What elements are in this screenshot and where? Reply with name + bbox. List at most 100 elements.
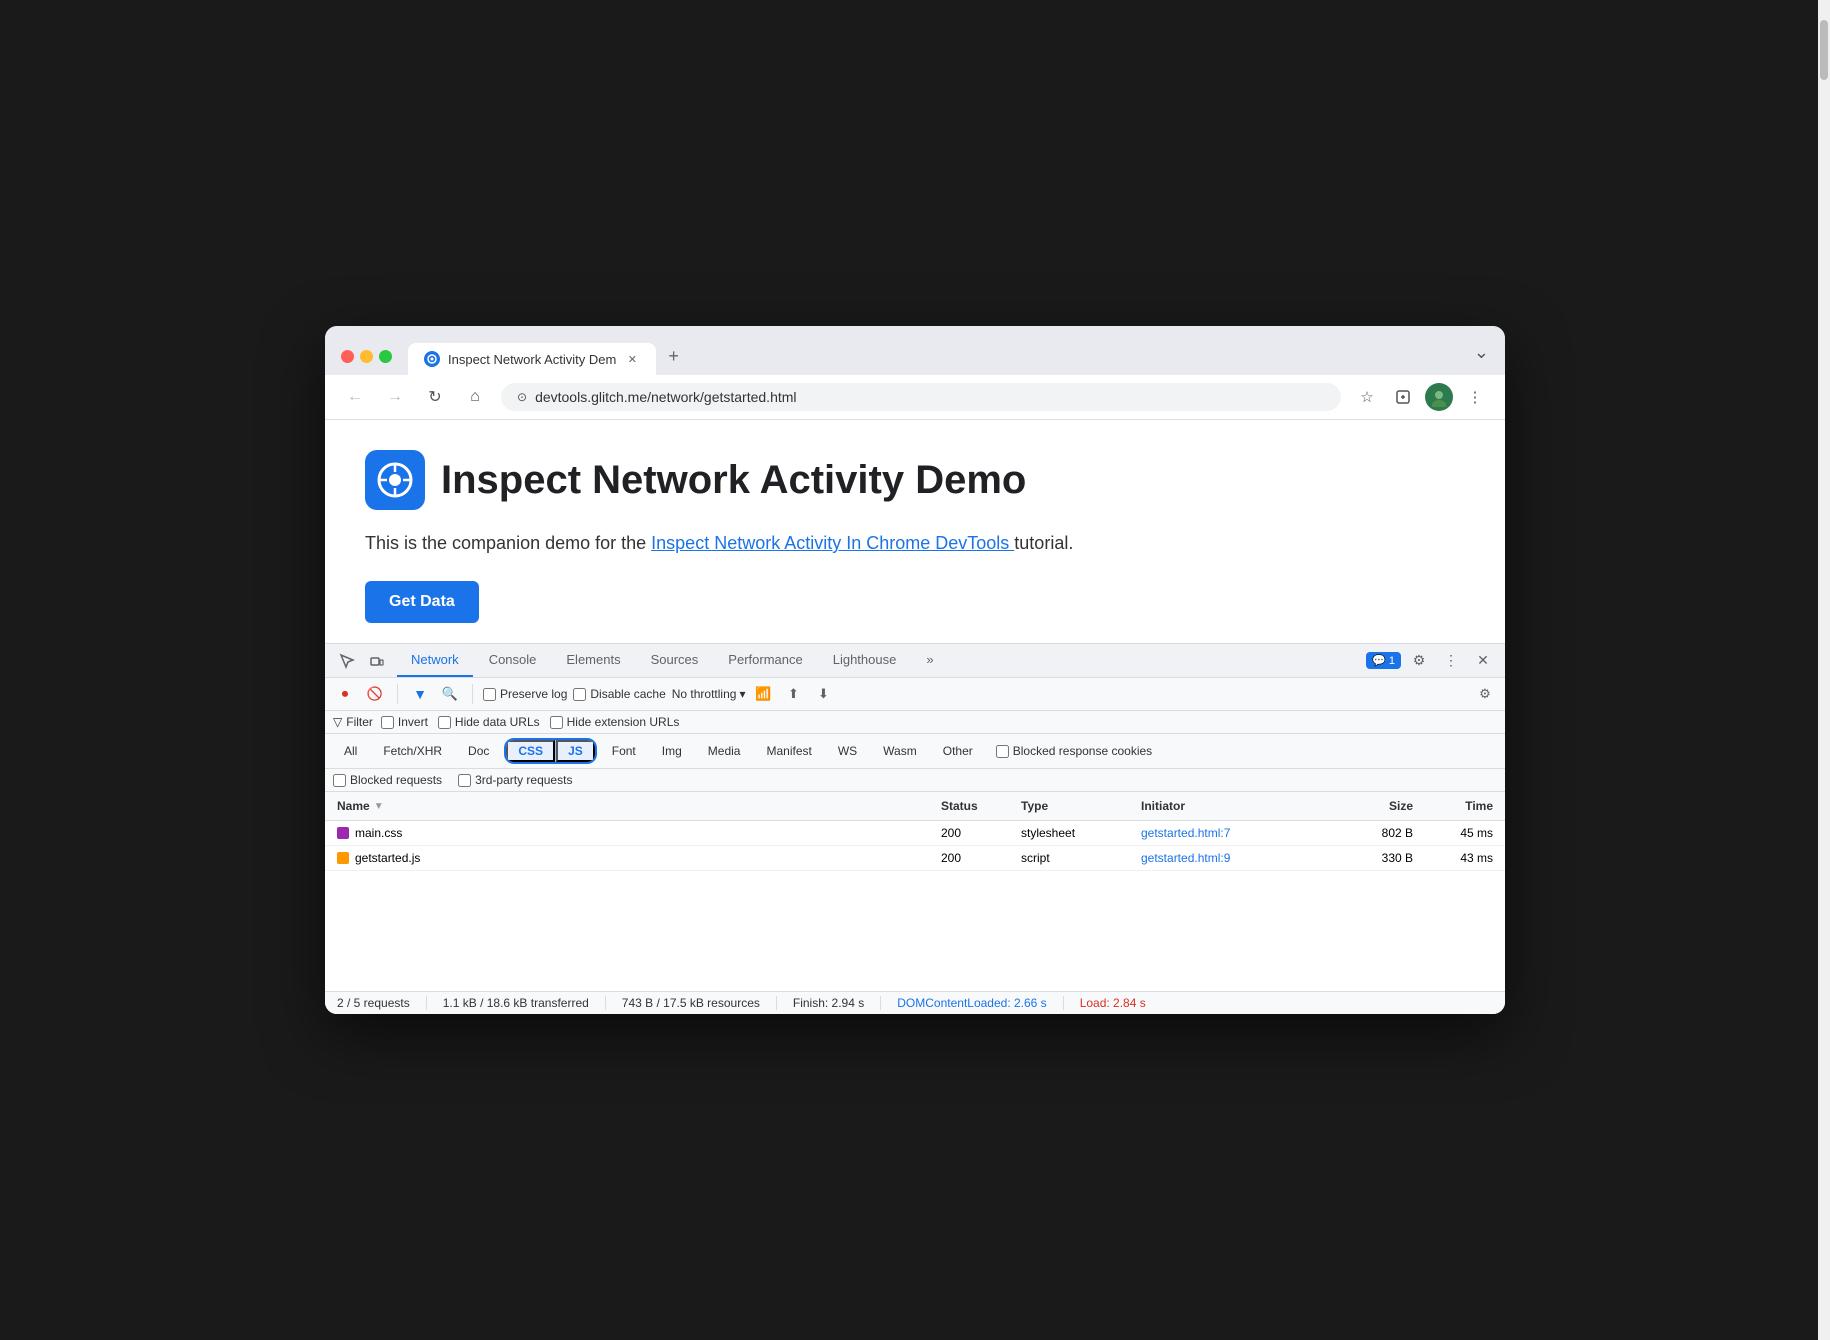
network-conditions-icon[interactable]: 📶 (751, 682, 775, 706)
filter-bar: ▽ Filter Invert Hide data URLs (325, 711, 1505, 734)
clear-button[interactable]: 🚫 (363, 682, 387, 706)
export-har-icon[interactable]: ⬇ (811, 682, 835, 706)
third-party-checkbox[interactable] (458, 774, 471, 787)
table-row[interactable]: getstarted.js 200 script getstarted.html… (325, 846, 1505, 871)
get-data-button[interactable]: Get Data (365, 581, 479, 623)
invert-checkbox[interactable] (381, 716, 394, 729)
tab-dropdown-button[interactable]: ⌄ (1474, 342, 1489, 375)
new-tab-button[interactable]: + (656, 338, 691, 375)
reload-button[interactable]: ↻ (421, 383, 449, 411)
menu-icon[interactable]: ⋮ (1461, 383, 1489, 411)
disable-cache-checkbox[interactable] (573, 688, 586, 701)
badge-icon: 💬 (1372, 654, 1386, 667)
preserve-log-checkbox[interactable] (483, 688, 496, 701)
filter-input-wrap: ▽ Filter (333, 715, 373, 729)
filter-img[interactable]: Img (651, 741, 693, 761)
settings-icon[interactable]: ⚙ (1405, 647, 1433, 675)
filter-label: Filter (346, 715, 373, 729)
security-icon: ⊙ (517, 390, 527, 404)
tab-sources[interactable]: Sources (637, 644, 713, 677)
js-file-icon (337, 852, 349, 864)
maximize-button[interactable] (379, 350, 392, 363)
disable-cache-label[interactable]: Disable cache (573, 687, 665, 701)
hide-ext-urls-label[interactable]: Hide extension URLs (550, 715, 680, 729)
initiator-link-js[interactable]: getstarted.html:9 (1141, 851, 1230, 865)
filter-fetch-xhr[interactable]: Fetch/XHR (372, 741, 453, 761)
td-initiator-js: getstarted.html:9 (1137, 848, 1337, 868)
td-type-js: script (1017, 848, 1137, 868)
tab-more[interactable]: » (912, 644, 947, 677)
tab-network[interactable]: Network (397, 644, 473, 677)
td-status-js: 200 (937, 848, 1017, 868)
console-badge[interactable]: 💬 1 (1366, 652, 1401, 669)
tab-title: Inspect Network Activity Dem (448, 352, 616, 367)
filter-doc[interactable]: Doc (457, 741, 500, 761)
td-name-js: getstarted.js (333, 848, 937, 868)
profile-icon[interactable] (1425, 383, 1453, 411)
th-type: Type (1017, 796, 1137, 816)
filter-wasm[interactable]: Wasm (872, 741, 928, 761)
hide-data-urls-checkbox[interactable] (438, 716, 451, 729)
filter-manifest[interactable]: Manifest (755, 741, 822, 761)
third-party-label[interactable]: 3rd-party requests (458, 773, 572, 787)
tab-lighthouse[interactable]: Lighthouse (819, 644, 911, 677)
status-requests: 2 / 5 requests (337, 996, 427, 1010)
device-toolbar-icon[interactable] (363, 647, 391, 675)
close-button[interactable] (341, 350, 354, 363)
description-suffix: tutorial. (1014, 533, 1073, 553)
title-bar: Inspect Network Activity Dem ✕ + ⌄ (325, 326, 1505, 375)
table-empty-area (325, 871, 1505, 991)
preserve-log-label[interactable]: Preserve log (483, 687, 567, 701)
close-devtools-icon[interactable]: ✕ (1469, 647, 1497, 675)
extension-icon[interactable] (1389, 383, 1417, 411)
th-size: Size (1337, 796, 1417, 816)
inspect-element-icon[interactable] (333, 647, 361, 675)
invert-label[interactable]: Invert (381, 715, 428, 729)
home-button[interactable]: ⌂ (461, 383, 489, 411)
minimize-button[interactable] (360, 350, 373, 363)
th-initiator: Initiator (1137, 796, 1337, 816)
th-time: Time (1417, 796, 1497, 816)
tab-performance[interactable]: Performance (714, 644, 816, 677)
record-button[interactable]: ⏺ (333, 682, 357, 706)
network-settings-icon[interactable]: ⚙ (1473, 682, 1497, 706)
back-button[interactable]: ← (341, 383, 369, 411)
hide-ext-urls-checkbox[interactable] (550, 716, 563, 729)
tab-close-button[interactable]: ✕ (624, 351, 640, 367)
table-row[interactable]: main.css 200 stylesheet getstarted.html:… (325, 821, 1505, 846)
badge-count: 1 (1389, 655, 1395, 667)
filter-ws[interactable]: WS (827, 741, 868, 761)
tab-console[interactable]: Console (475, 644, 551, 677)
filter-icon[interactable]: ▼ (408, 682, 432, 706)
devtools-icons (333, 647, 391, 675)
td-size-js: 330 B (1337, 848, 1417, 868)
url-bar[interactable]: ⊙ devtools.glitch.me/network/getstarted.… (501, 383, 1341, 411)
initiator-link-css[interactable]: getstarted.html:7 (1141, 826, 1230, 840)
blocked-cookies-checkbox[interactable] (996, 745, 1009, 758)
throttle-select[interactable]: No throttling ▾ (672, 687, 746, 701)
filter-all[interactable]: All (333, 741, 368, 761)
blocked-cookies-label[interactable]: Blocked response cookies (996, 744, 1152, 758)
forward-button[interactable]: → (381, 383, 409, 411)
blocked-requests-label[interactable]: Blocked requests (333, 773, 442, 787)
devtools-statusbar: 2 / 5 requests 1.1 kB / 18.6 kB transfer… (325, 991, 1505, 1014)
devtools-link[interactable]: Inspect Network Activity In Chrome DevTo… (651, 533, 1014, 553)
tab-elements[interactable]: Elements (552, 644, 634, 677)
active-tab[interactable]: Inspect Network Activity Dem ✕ (408, 343, 656, 375)
status-dom-loaded: DOMContentLoaded: 2.66 s (897, 996, 1063, 1010)
devtools-panel: Network Console Elements Sources Perform… (325, 643, 1505, 1014)
hide-data-urls-label[interactable]: Hide data URLs (438, 715, 540, 729)
search-icon[interactable]: 🔍 (438, 682, 462, 706)
status-finish: Finish: 2.94 s (793, 996, 881, 1010)
url-text: devtools.glitch.me/network/getstarted.ht… (535, 389, 1325, 405)
import-har-icon[interactable]: ⬆ (781, 682, 805, 706)
filter-other[interactable]: Other (932, 741, 984, 761)
filter-media[interactable]: Media (697, 741, 752, 761)
filter-font[interactable]: Font (601, 741, 647, 761)
filter-js[interactable]: JS (556, 740, 595, 762)
css-js-group: CSS JS (504, 738, 596, 764)
bookmark-icon[interactable]: ☆ (1353, 383, 1381, 411)
filter-css[interactable]: CSS (506, 740, 555, 762)
more-options-icon[interactable]: ⋮ (1437, 647, 1465, 675)
blocked-requests-checkbox[interactable] (333, 774, 346, 787)
